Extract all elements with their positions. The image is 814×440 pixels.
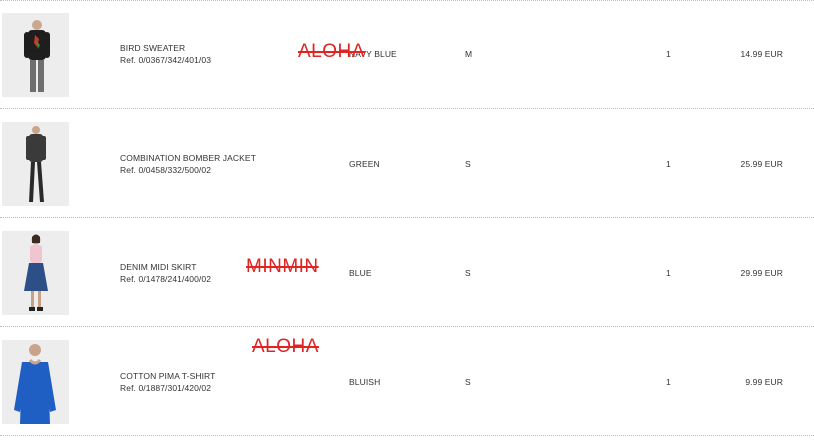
product-thumbnail[interactable] xyxy=(2,13,69,97)
cart-row: BIRD SWEATER Ref. 0/0367/342/401/03 NAVY… xyxy=(0,0,814,109)
product-name[interactable]: COTTON PIMA T-SHIRT xyxy=(120,371,215,381)
product-price: 29.99 EUR xyxy=(740,268,783,278)
product-quantity[interactable]: 1 xyxy=(666,159,671,169)
product-ref: Ref. 0/1887/301/420/02 xyxy=(120,383,212,393)
product-price: 9.99 EUR xyxy=(745,377,783,387)
strikethrough-annotation: MINMIN xyxy=(246,256,319,277)
product-size: S xyxy=(465,377,471,387)
product-quantity[interactable]: 1 xyxy=(666,377,671,387)
strikethrough-annotation: ALOHA xyxy=(252,336,319,357)
product-thumbnail[interactable] xyxy=(2,340,69,424)
product-name[interactable]: BIRD SWEATER xyxy=(120,43,185,53)
product-color: BLUE xyxy=(349,268,372,278)
product-size: M xyxy=(465,49,473,59)
product-quantity[interactable]: 1 xyxy=(666,49,671,59)
product-price: 25.99 EUR xyxy=(740,159,783,169)
cart-row: COMBINATION BOMBER JACKET Ref. 0/0458/33… xyxy=(0,109,814,218)
product-price: 14.99 EUR xyxy=(740,49,783,59)
product-size: S xyxy=(465,268,471,278)
product-color: GREEN xyxy=(349,159,380,169)
cart-row: DENIM MIDI SKIRT Ref. 0/1478/241/400/02 … xyxy=(0,218,814,327)
product-ref: Ref. 0/0458/332/500/02 xyxy=(120,165,212,175)
product-thumbnail[interactable] xyxy=(2,122,69,206)
product-ref: Ref. 0/1478/241/400/02 xyxy=(120,274,212,284)
cart-row: COTTON PIMA T-SHIRT Ref. 0/1887/301/420/… xyxy=(0,327,814,436)
product-name[interactable]: DENIM MIDI SKIRT xyxy=(120,262,197,272)
product-name[interactable]: COMBINATION BOMBER JACKET xyxy=(120,153,256,163)
product-color: BLUISH xyxy=(349,377,381,387)
product-ref: Ref. 0/0367/342/401/03 xyxy=(120,55,212,65)
product-quantity[interactable]: 1 xyxy=(666,268,671,278)
product-size: S xyxy=(465,159,471,169)
product-thumbnail[interactable] xyxy=(2,231,69,315)
strikethrough-annotation: ALOHA xyxy=(298,41,365,62)
